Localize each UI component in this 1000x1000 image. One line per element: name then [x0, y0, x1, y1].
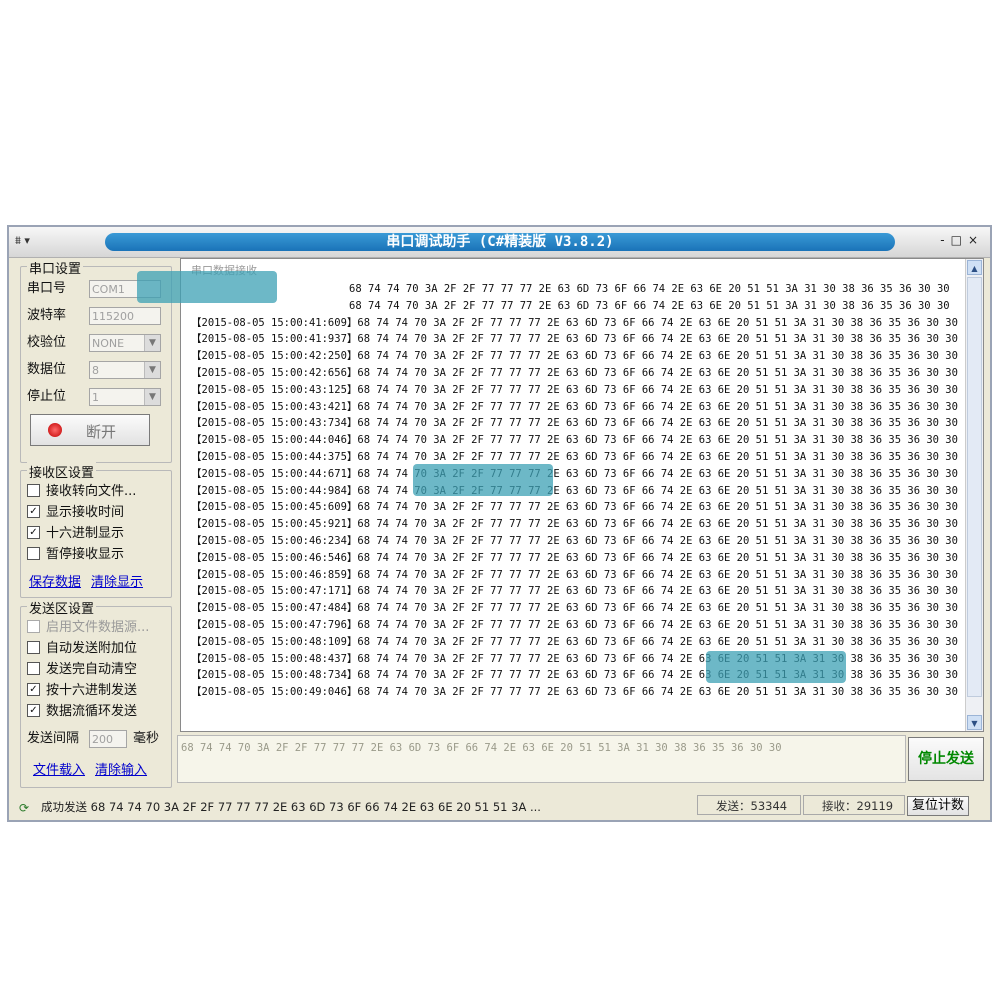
scroll-up-icon[interactable]: ▲ [967, 260, 982, 275]
loop-send-checkbox[interactable]: ✓ 数据流循环发送 [27, 703, 137, 721]
reset-counter-button[interactable]: 复位计数 [907, 796, 969, 816]
log-line: 【2015-08-05 15:00:41:609】68 74 74 70 3A … [191, 316, 958, 329]
sent-counter: 发送：53344 [697, 795, 801, 815]
log-line: 【2015-08-05 15:00:43:734】68 74 74 70 3A … [191, 417, 958, 430]
log-line: 【2015-08-05 15:00:46:546】68 74 74 70 3A … [191, 551, 958, 564]
log-line: 【2015-08-05 15:00:41:937】68 74 74 70 3A … [191, 333, 958, 346]
load-file-link[interactable]: 文件载入 [33, 759, 85, 778]
watermark-overlay [137, 271, 277, 303]
watermark-overlay [413, 464, 553, 496]
clear-input-link[interactable]: 清除输入 [95, 759, 147, 778]
interval-label: 发送间隔 [27, 731, 80, 746]
send-input-text: 68 74 74 70 3A 2F 2F 77 77 77 2E 63 6D 7… [181, 742, 782, 754]
log-line: 【2015-08-05 15:00:43:125】68 74 74 70 3A … [191, 383, 958, 396]
log-line: 【2015-08-05 15:00:46:859】68 74 74 70 3A … [191, 568, 958, 581]
log-line: 68 74 74 70 3A 2F 2F 77 77 77 2E 63 6D 7… [191, 283, 950, 295]
status-bar: ⟳ 成功发送 68 74 74 70 3A 2F 2F 77 77 77 2E … [9, 792, 990, 820]
log-line: 【2015-08-05 15:00:47:484】68 74 74 70 3A … [191, 602, 958, 615]
minimize-button[interactable]: - [940, 233, 950, 247]
receive-settings-group: 接收区设置 接收转向文件... ✓ 显示接收时间 ✓ 十六进制显示 暂停接收显示 保… [20, 462, 172, 598]
send-group-title: 发送区设置 [27, 598, 97, 617]
log-line: 【2015-08-05 15:00:48:109】68 74 74 70 3A … [191, 635, 958, 648]
received-counter: 接收：29119 [803, 795, 905, 815]
chevron-down-icon: ▼ [144, 362, 160, 378]
chevron-down-icon: ▼ [144, 335, 160, 351]
pause-display-checkbox[interactable]: 暂停接收显示 [27, 546, 124, 564]
chevron-down-icon: ▼ [144, 389, 160, 405]
interval-input[interactable]: 200 [89, 730, 127, 748]
receive-group-title: 接收区设置 [27, 462, 97, 481]
log-line: 【2015-08-05 15:00:47:171】68 74 74 70 3A … [191, 585, 958, 598]
watermark-overlay [706, 651, 846, 683]
send-input-area[interactable]: 68 74 74 70 3A 2F 2F 77 77 77 2E 63 6D 7… [177, 735, 906, 783]
baud-select[interactable]: 115200 [89, 307, 161, 325]
stopbits-label: 停止位 [27, 389, 67, 404]
log-line: 【2015-08-05 15:00:49:046】68 74 74 70 3A … [191, 686, 958, 699]
connect-button-label: 断开 [86, 423, 117, 441]
log-line: 【2015-08-05 15:00:42:250】68 74 74 70 3A … [191, 350, 958, 363]
serial-group-title: 串口设置 [27, 258, 84, 277]
stopbits-select[interactable]: 1 ▼ [89, 388, 161, 406]
app-window: ⩩ ▾ 串口调试助手 (C#精装版 V3.8.2) -□× 串口设置 串口号 C… [7, 225, 992, 822]
hex-display-checkbox[interactable]: ✓ 十六进制显示 [27, 525, 124, 543]
interval-unit: 毫秒 [133, 731, 160, 746]
show-receive-time-checkbox[interactable]: ✓ 显示接收时间 [27, 504, 124, 522]
hex-send-checkbox[interactable]: ✓ 按十六进制发送 [27, 682, 137, 700]
file-source-checkbox[interactable]: 启用文件数据源... [27, 619, 149, 637]
log-line: 【2015-08-05 15:00:42:656】68 74 74 70 3A … [191, 366, 958, 379]
scroll-thumb[interactable] [967, 277, 982, 697]
receive-log: 68 74 74 70 3A 2F 2F 77 77 77 2E 63 6D 7… [191, 281, 958, 701]
stop-send-button[interactable]: 停止发送 [908, 737, 984, 781]
parity-label: 校验位 [27, 335, 67, 350]
title-pill: 串口调试助手 (C#精装版 V3.8.2) [105, 233, 895, 251]
databits-label: 数据位 [27, 362, 67, 377]
log-line: 【2015-08-05 15:00:44:375】68 74 74 70 3A … [191, 450, 958, 463]
window-controls: -□× [940, 233, 984, 247]
status-led-icon [48, 423, 62, 437]
databits-select[interactable]: 8 ▼ [89, 361, 161, 379]
log-line: 【2015-08-05 15:00:45:609】68 74 74 70 3A … [191, 501, 958, 514]
receive-to-file-checkbox[interactable]: 接收转向文件... [27, 483, 136, 501]
log-line: 【2015-08-05 15:00:47:796】68 74 74 70 3A … [191, 618, 958, 631]
log-line: 【2015-08-05 15:00:44:984】68 74 74 70 3A … [191, 484, 958, 497]
log-line: 【2015-08-05 15:00:45:921】68 74 74 70 3A … [191, 518, 958, 531]
clear-display-link[interactable]: 清除显示 [91, 571, 143, 590]
parity-select[interactable]: NONE ▼ [89, 334, 161, 352]
status-message: 成功发送 68 74 74 70 3A 2F 2F 77 77 77 2E 63… [41, 800, 541, 814]
auto-clear-checkbox[interactable]: 发送完自动清空 [27, 661, 137, 679]
status-icon: ⟳ [19, 801, 30, 815]
baud-label: 波特率 [27, 308, 67, 323]
log-line: 68 74 74 70 3A 2F 2F 77 77 77 2E 63 6D 7… [191, 299, 950, 312]
receive-area[interactable]: 串口数据接收 68 74 74 70 3A 2F 2F 77 77 77 2E … [137, 258, 984, 732]
connect-button[interactable]: 断开 [30, 414, 150, 446]
close-button[interactable]: × [968, 233, 984, 247]
log-line: 【2015-08-05 15:00:44:671】68 74 74 70 3A … [191, 467, 958, 480]
log-line: 【2015-08-05 15:00:43:421】68 74 74 70 3A … [191, 400, 958, 413]
title-bar[interactable]: ⩩ ▾ 串口调试助手 (C#精装版 V3.8.2) -□× [9, 227, 990, 258]
save-data-link[interactable]: 保存数据 [29, 571, 81, 590]
vertical-scrollbar[interactable]: ▲ ▼ [965, 259, 983, 731]
send-settings-group: 发送区设置 启用文件数据源... 自动发送附加位 发送完自动清空 ✓ 按十六进制发… [20, 598, 172, 788]
auto-append-checkbox[interactable]: 自动发送附加位 [27, 640, 137, 658]
system-menu-icon[interactable]: ⩩ ▾ [15, 234, 49, 250]
maximize-button[interactable]: □ [951, 233, 968, 247]
log-line: 【2015-08-05 15:00:46:234】68 74 74 70 3A … [191, 534, 958, 547]
window-title: 串口调试助手 (C#精装版 V3.8.2) [386, 234, 614, 250]
port-label: 串口号 [27, 281, 67, 296]
log-line: 【2015-08-05 15:00:44:046】68 74 74 70 3A … [191, 434, 958, 447]
scroll-down-icon[interactable]: ▼ [967, 715, 982, 730]
